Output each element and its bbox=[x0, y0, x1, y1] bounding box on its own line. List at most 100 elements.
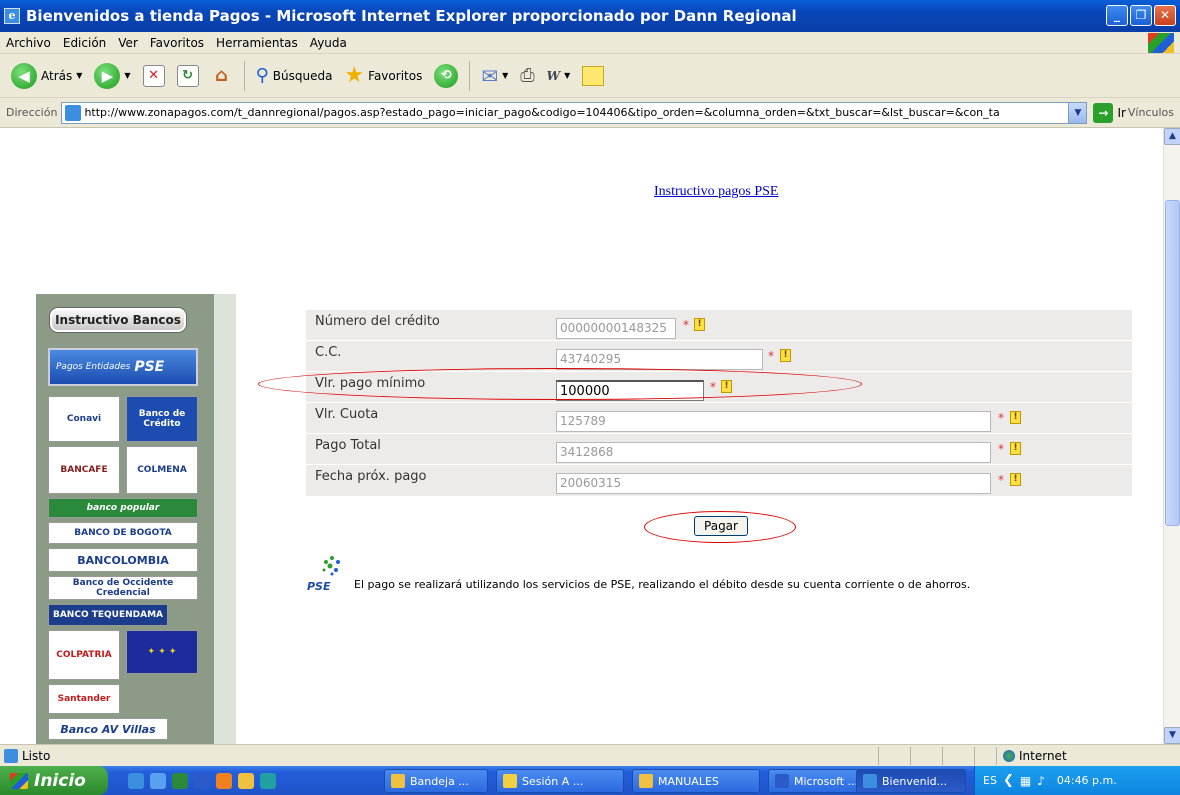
ie2-quicklaunch-icon[interactable] bbox=[150, 772, 166, 789]
bank-logo-occidente[interactable]: Banco de Occidente Credencial bbox=[48, 576, 198, 600]
favorites-button[interactable]: ★ Favoritos bbox=[341, 59, 425, 93]
home-button[interactable]: ⌂ bbox=[208, 59, 236, 93]
menu-archivo[interactable]: Archivo bbox=[0, 36, 57, 50]
restore-button[interactable]: ❐ bbox=[1130, 5, 1152, 26]
stop-button[interactable]: ✕ bbox=[140, 59, 168, 93]
instructivo-bancos-button[interactable]: Instructivo Bancos bbox=[50, 308, 186, 332]
pse-button-brand: PSE bbox=[134, 359, 165, 375]
menu-ver[interactable]: Ver bbox=[112, 36, 144, 50]
network-icon[interactable]: ▦ bbox=[1020, 774, 1031, 788]
bank-logo-bancolombia[interactable]: BANCOLOMBIA bbox=[48, 548, 198, 572]
star-icon: ★ bbox=[344, 63, 365, 88]
help-icon[interactable]: ! bbox=[780, 349, 791, 362]
system-tray: ES ❮ ▦ ♪ 04:46 p.m. bbox=[974, 766, 1180, 795]
minimize-button[interactable]: _ bbox=[1106, 5, 1128, 26]
scroll-down-icon[interactable]: ▼ bbox=[1164, 727, 1180, 744]
ie-icon bbox=[863, 774, 877, 788]
folder-icon bbox=[639, 774, 653, 788]
address-label: Dirección bbox=[6, 106, 58, 119]
task-bandeja[interactable]: Bandeja ... bbox=[384, 769, 488, 793]
fecha-input[interactable]: 20060315 bbox=[556, 473, 991, 494]
close-button[interactable]: ✕ bbox=[1154, 5, 1176, 26]
task-label: MANUALES bbox=[658, 774, 719, 788]
sidebar-stripe bbox=[214, 294, 236, 744]
scroll-thumb[interactable] bbox=[1165, 200, 1180, 526]
notes-button[interactable] bbox=[579, 59, 607, 93]
status-text: Listo bbox=[22, 748, 51, 763]
task-label: Microsoft ... bbox=[794, 774, 859, 788]
task-label: Bienvenid... bbox=[882, 774, 948, 788]
menu-edicion[interactable]: Edición bbox=[57, 36, 112, 50]
instructivo-pse-link[interactable]: Instructivo pagos PSE bbox=[654, 184, 778, 200]
highlight-ellipse bbox=[258, 368, 862, 400]
vertical-scrollbar[interactable]: ▲ ▼ bbox=[1163, 128, 1180, 744]
menu-favoritos[interactable]: Favoritos bbox=[144, 36, 210, 50]
task-manuales[interactable]: MANUALES bbox=[632, 769, 760, 793]
windows-flag-icon bbox=[10, 772, 28, 789]
folder-quicklaunch-icon[interactable] bbox=[238, 772, 254, 789]
back-button[interactable]: ◀ Atrás ▼ bbox=[8, 59, 85, 93]
pago-total-input[interactable]: 3412868 bbox=[556, 442, 991, 463]
tray-expand-icon[interactable]: ❮ bbox=[1003, 773, 1014, 788]
bank-logo-colpatria[interactable]: COLPATRIA bbox=[48, 630, 120, 680]
address-bar: Dirección http://www.zonapagos.com/t_dan… bbox=[0, 98, 1180, 128]
help-icon[interactable]: ! bbox=[1010, 473, 1021, 486]
bank-logo-santander[interactable]: Santander bbox=[48, 684, 120, 714]
speaker-icon[interactable]: ♪ bbox=[1037, 774, 1045, 788]
excel-quicklaunch-icon[interactable] bbox=[172, 772, 188, 789]
task-sesion[interactable]: Sesión A ... bbox=[496, 769, 624, 793]
help-icon[interactable]: ! bbox=[694, 318, 705, 331]
task-bienvenidos[interactable]: Bienvenid... bbox=[856, 769, 966, 793]
print-button[interactable]: ⎙ bbox=[517, 59, 537, 93]
favorites-label: Favoritos bbox=[368, 68, 423, 83]
bank-logo-colmena[interactable]: COLMENA bbox=[126, 446, 198, 494]
form-row-fecha: Fecha próx. pago 20060315 * ! bbox=[306, 465, 1132, 496]
pse-note-text: El pago se realizará utilizando los serv… bbox=[354, 578, 971, 591]
security-zone: Internet bbox=[996, 747, 1067, 765]
credito-input[interactable]: 00000000148325 bbox=[556, 318, 676, 339]
links-button[interactable]: Vínculos bbox=[1128, 106, 1174, 119]
bank-logo-eu[interactable]: ✦ ✦ ✦ bbox=[126, 630, 198, 674]
help-icon[interactable]: ! bbox=[1010, 442, 1021, 455]
menu-ayuda[interactable]: Ayuda bbox=[304, 36, 353, 50]
media-quicklaunch-icon[interactable] bbox=[216, 772, 232, 789]
pse-entities-button[interactable]: Pagos Entidades PSE bbox=[48, 348, 198, 386]
search-button[interactable]: ⚲ Búsqueda bbox=[253, 59, 336, 93]
bank-logo-popular[interactable]: banco popular bbox=[48, 498, 198, 518]
bank-logo-avvillas[interactable]: Banco AV Villas bbox=[48, 718, 168, 740]
bank-logo-conavi[interactable]: Conavi bbox=[48, 396, 120, 442]
help-icon[interactable]: ! bbox=[1010, 411, 1021, 424]
forward-button[interactable]: ▶ ▼ bbox=[91, 59, 133, 93]
form-row-cc: C.C. 43740295 * ! bbox=[306, 341, 1132, 372]
scroll-up-icon[interactable]: ▲ bbox=[1164, 128, 1180, 145]
bank-logo-tequendama[interactable]: BANCO TEQUENDAMA bbox=[48, 604, 168, 626]
cc-input[interactable]: 43740295 bbox=[556, 349, 763, 370]
required-mark: * bbox=[768, 349, 774, 363]
toolbar: ◀ Atrás ▼ ▶ ▼ ✕ ↻ ⌂ ⚲ Búsqueda ★ Favorit… bbox=[0, 54, 1180, 98]
outlook-quicklaunch-icon[interactable] bbox=[260, 772, 276, 789]
zone-label: Internet bbox=[1019, 749, 1067, 763]
history-button[interactable]: ⟲ bbox=[431, 59, 461, 93]
window-title-bar: e Bienvenidos a tienda Pagos - Microsoft… bbox=[0, 0, 1180, 32]
go-button[interactable]: → Ir bbox=[1093, 102, 1126, 123]
language-indicator[interactable]: ES bbox=[983, 774, 997, 787]
page-content: Instructivo pagos PSE Instructivo Bancos… bbox=[0, 128, 1163, 744]
windows-logo-icon bbox=[1148, 33, 1174, 53]
bank-logo-bogota[interactable]: BANCO DE BOGOTA bbox=[48, 522, 198, 544]
session-icon bbox=[503, 774, 517, 788]
cuota-input[interactable]: 125789 bbox=[556, 411, 991, 432]
word-button[interactable]: W ▼ bbox=[544, 59, 574, 93]
mail-button[interactable]: ✉ ▼ bbox=[478, 59, 511, 93]
start-button[interactable]: Inicio bbox=[0, 766, 108, 795]
address-dropdown[interactable]: ▼ bbox=[1068, 102, 1087, 123]
window-title: Bienvenidos a tienda Pagos - Microsoft I… bbox=[26, 7, 797, 25]
required-mark: * bbox=[683, 318, 689, 332]
word-quicklaunch-icon[interactable] bbox=[194, 772, 210, 789]
refresh-button[interactable]: ↻ bbox=[174, 59, 202, 93]
address-input[interactable]: http://www.zonapagos.com/t_dannregional/… bbox=[61, 101, 1088, 124]
ie-quicklaunch-icon[interactable] bbox=[128, 772, 144, 789]
bank-logo-bancafe[interactable]: BANCAFE bbox=[48, 446, 120, 494]
bank-logo-credito[interactable]: Banco de Crédito bbox=[126, 396, 198, 442]
menu-herramientas[interactable]: Herramientas bbox=[210, 36, 304, 50]
mail-icon: ✉ bbox=[481, 63, 499, 88]
